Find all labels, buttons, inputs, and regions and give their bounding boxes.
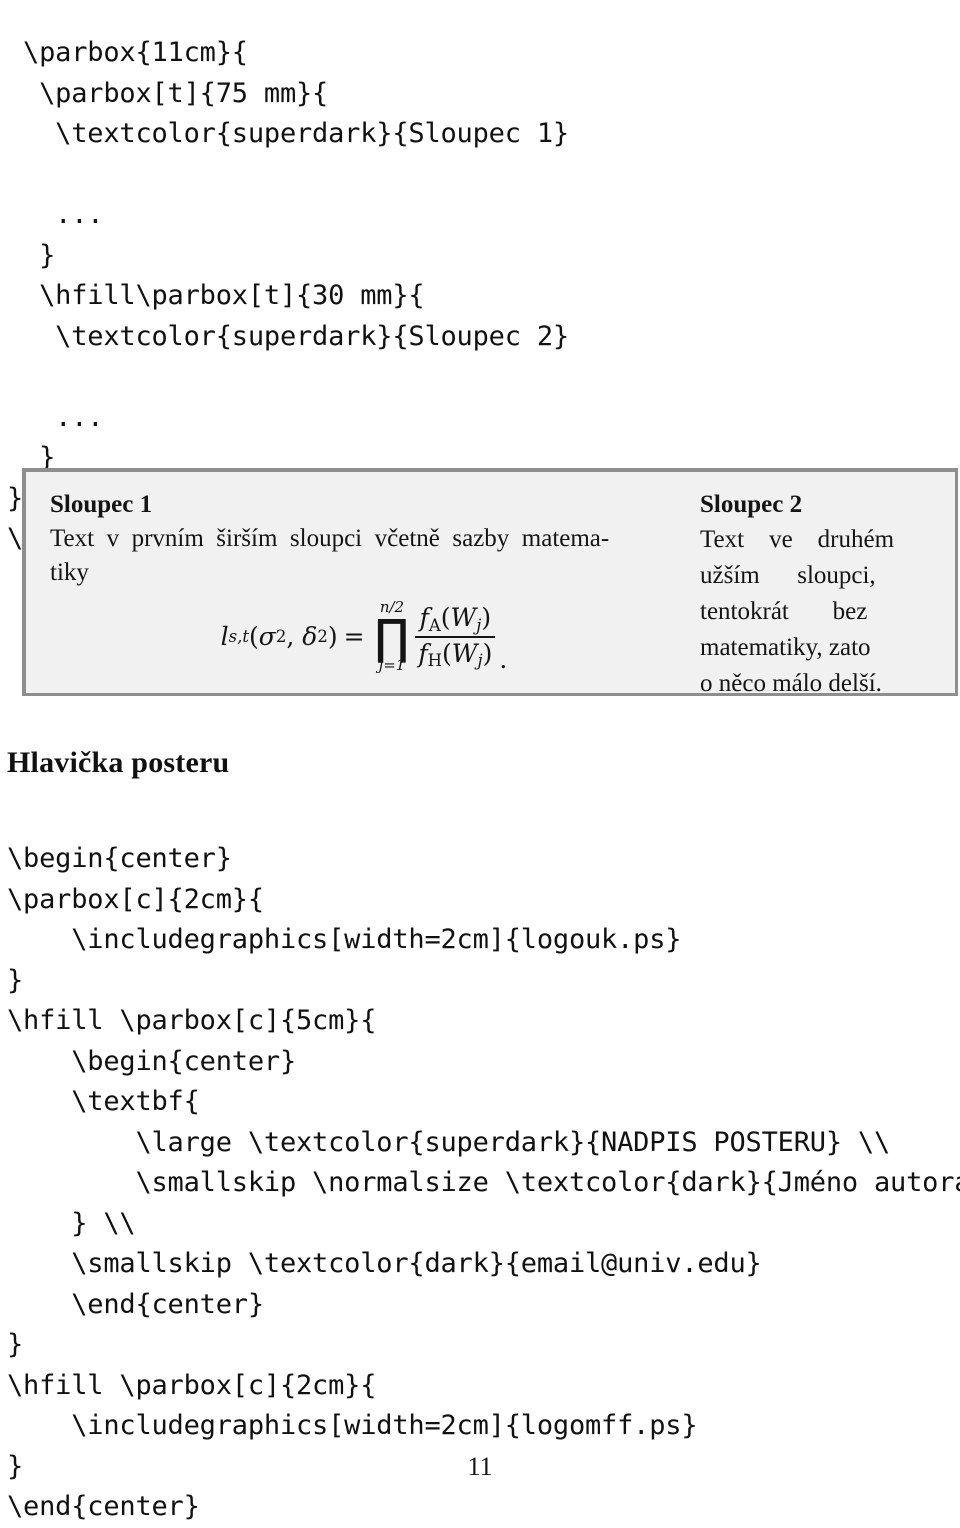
code-line: \parbox{11cm}{ <box>7 37 248 68</box>
formula-sigma-exponent: 2 <box>275 627 287 647</box>
code-line: } <box>7 239 56 271</box>
code-line: \end{center} <box>7 1491 200 1522</box>
formula-lhs-variable: l <box>220 622 229 652</box>
code-line: } \\ <box>7 1207 136 1239</box>
code-line: \textbf{ <box>7 1086 200 1117</box>
document-page: \parbox{11cm}{ \parbox[t]{75 mm}{ \textc… <box>0 0 960 1522</box>
code-line: ... <box>7 199 104 230</box>
code-line: } <box>7 1329 24 1360</box>
example-inner: Sloupec 1 Text v prvním širším sloupci v… <box>26 472 955 697</box>
formula-sigma: σ <box>258 622 276 652</box>
code-line: \end{center} <box>7 1288 264 1320</box>
code-line: \begin{center} <box>7 843 232 874</box>
poster-columns-example-frame: Sloupec 1 Text v prvním širším sloupci v… <box>22 468 958 697</box>
code-line: \textcolor{superdark}{Sloupec 1} <box>7 118 569 149</box>
code-line: } <box>7 964 24 996</box>
page-number: 11 <box>467 1452 493 1481</box>
formula-lhs-open-paren: ( <box>249 622 259 652</box>
formula-lhs-close-paren: ) <box>327 622 338 652</box>
product-icon: ∏ <box>374 608 410 665</box>
code-listing-bottom: \begin{center} \parbox[c]{2cm}{ \includeg… <box>7 839 960 1528</box>
code-line: ... <box>7 401 104 433</box>
code-line: \parbox[t]{75 mm}{ <box>7 77 329 109</box>
example-column-2: Sloupec 2 Text ve druhém užším sloupci, te… <box>700 490 916 702</box>
code-line: \smallskip \textcolor{dark}{email@univ.e… <box>7 1248 762 1279</box>
formula-delta: δ <box>302 622 318 652</box>
column-1-text: Text v prvním širším sloupci včetně sazb… <box>50 525 610 586</box>
column-2-title: Sloupec 2 <box>700 491 803 518</box>
column-1-title: Sloupec 1 <box>50 491 153 518</box>
code-line: \large \textcolor{superdark}{NADPIS POST… <box>7 1126 891 1158</box>
example-column-1: Sloupec 1 Text v prvním širším sloupci v… <box>50 490 700 674</box>
formula-comma: , <box>286 622 303 652</box>
code-line: \hfill\parbox[t]{30 mm}{ <box>7 280 425 311</box>
code-line: \hfill \parbox[c]{5cm}{ <box>7 1005 377 1036</box>
column-1-formula: l s,t(σ 2, δ 2) = n/2 ∏ j=1 fA(Wj) fH(Wj) . <box>50 599 678 674</box>
formula-terminator: . <box>499 644 508 674</box>
code-line: \hfill \parbox[c]{2cm}{ <box>7 1369 377 1401</box>
formula-delta-exponent: 2 <box>317 627 328 647</box>
formula-equals: = <box>343 622 365 652</box>
formula-expression: l s,t(σ 2, δ 2) = n/2 ∏ j=1 fA(Wj) fH(Wj) . <box>220 599 508 674</box>
formula-denominator: fH(Wj) <box>418 638 493 671</box>
code-line: \smallskip \normalsize \textcolor{dark}{… <box>7 1167 960 1198</box>
code-line: \includegraphics[width=2cm]{logouk.ps} <box>7 924 682 955</box>
column-2-text: Text ve druhém užším sloupci, tentokrát be… <box>700 526 895 697</box>
page-title: Hlavička posteru <box>7 746 230 779</box>
code-line: \textcolor{superdark}{Sloupec 2} <box>7 320 569 352</box>
code-line: \parbox[c]{2cm}{ <box>7 883 264 915</box>
formula-lhs-subscript: s,t <box>228 627 249 647</box>
formula-numerator: fA(Wj) <box>419 603 492 635</box>
formula-product-operator: n/2 ∏ j=1 <box>374 599 410 674</box>
code-line: \begin{center} <box>7 1045 296 1077</box>
code-line: \includegraphics[width=2cm]{logomff.ps} <box>7 1410 698 1441</box>
formula-fraction: fA(Wj) fH(Wj) <box>415 603 496 671</box>
